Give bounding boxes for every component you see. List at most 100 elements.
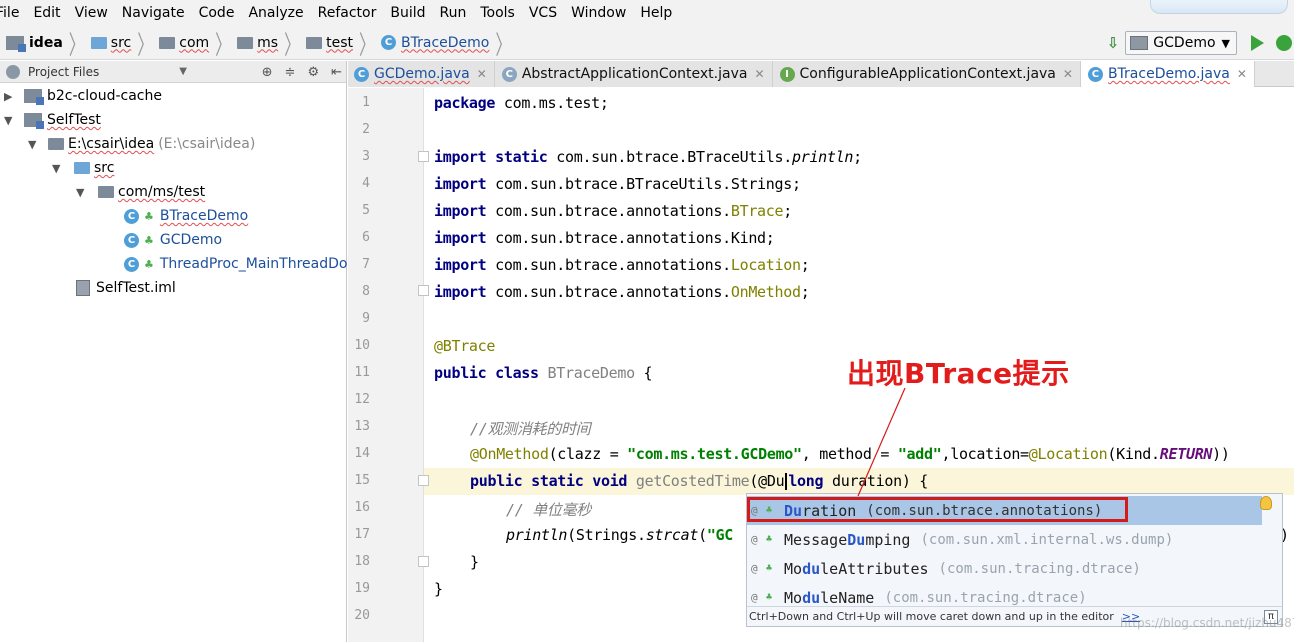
tab-label: GCDemo.java: [374, 66, 470, 82]
chevron-down-icon[interactable]: ▼: [4, 114, 12, 127]
breadcrumb-ms[interactable]: ms: [237, 35, 278, 51]
locate-icon[interactable]: ⊕: [262, 65, 273, 80]
tree-item-b2c-cloud-cache[interactable]: b2c-cloud-cache: [24, 84, 162, 108]
completion-label: leAttributes: [820, 559, 929, 578]
menu-edit[interactable]: Edit: [26, 0, 67, 26]
class-icon: C: [381, 35, 397, 50]
run-configuration-select[interactable]: GCDemo ▼: [1125, 31, 1237, 55]
tree-item-root-folder[interactable]: E:\csair\idea (E:\csair\idea): [48, 132, 255, 156]
tree-item-threadproc[interactable]: C ♣ ThreadProc_MainThreadDone: [124, 252, 365, 276]
menu-code[interactable]: Code: [192, 0, 242, 26]
collapse-icon[interactable]: ≑: [285, 65, 296, 80]
completion-item-moduleattributes[interactable]: @ ♣ Mo du leAttributes (com.sun.tracing.dt…: [747, 554, 1263, 583]
menu-help[interactable]: Help: [633, 0, 679, 26]
code-line-1: package com.ms.test;: [434, 94, 609, 112]
module-file-icon: [76, 280, 90, 296]
tree-item-label: SelfTest.iml: [96, 280, 176, 296]
fold-marker[interactable]: [418, 151, 429, 162]
breadcrumb-src[interactable]: src: [90, 34, 132, 51]
window-decoration: [1150, 0, 1288, 14]
tab-gcdemo[interactable]: C GCDemo.java ✕: [348, 61, 495, 87]
chevron-down-icon[interactable]: ▼: [52, 162, 60, 175]
menu-vcs[interactable]: VCS: [522, 0, 564, 26]
watermark: https://blog.csdn.net/jizhu4873: [1120, 616, 1294, 630]
chevron-right-icon: 〉: [137, 29, 154, 61]
chevron-down-icon[interactable]: ▼: [76, 186, 84, 199]
menu-view[interactable]: View: [68, 0, 115, 26]
panel-title[interactable]: Project Files: [28, 65, 99, 79]
tree-item-label: E:\csair\idea: [68, 136, 155, 152]
line-number: 8: [362, 284, 370, 299]
close-icon[interactable]: ✕: [1063, 67, 1073, 81]
breadcrumb-label: src: [110, 34, 132, 51]
menu-file[interactable]: File: [0, 0, 26, 26]
breadcrumb-com[interactable]: com: [159, 35, 209, 51]
code-line-14: @OnMethod(clazz = "com.ms.test.GCDemo", …: [470, 445, 1230, 463]
tree-item-btracedemo[interactable]: C ♣ BTraceDemo: [124, 204, 248, 228]
line-number: 1: [362, 95, 370, 110]
menu-navigate[interactable]: Navigate: [115, 0, 192, 26]
source-folder-icon: [74, 162, 90, 174]
menu-tools[interactable]: Tools: [473, 0, 522, 26]
tree-item-selftest[interactable]: SelfTest: [24, 108, 101, 132]
tab-abstractapplicationcontext[interactable]: C AbstractApplicationContext.java ✕: [494, 61, 773, 87]
run-icon[interactable]: [1251, 35, 1264, 51]
line-number: 10: [354, 338, 370, 353]
completion-package: (com.sun.xml.internal.ws.dump): [920, 531, 1174, 548]
fold-marker[interactable]: [418, 556, 429, 567]
module-icon: [24, 113, 44, 129]
code-line-16: // 单位毫秒: [506, 501, 591, 519]
abstract-class-icon: C: [501, 66, 517, 82]
tree-item-package[interactable]: com/ms/test: [98, 180, 205, 204]
breadcrumb-label: BTraceDemo: [401, 34, 490, 51]
code-line-18: }: [470, 553, 479, 571]
tree-item-gcdemo[interactable]: C ♣ GCDemo: [124, 228, 222, 252]
close-icon[interactable]: ✕: [1237, 67, 1247, 81]
chevron-down-icon[interactable]: ▼: [179, 66, 187, 77]
menu-window[interactable]: Window: [564, 0, 633, 26]
debug-icon[interactable]: [1276, 35, 1292, 51]
fold-marker[interactable]: [418, 285, 429, 296]
line-number: 17: [354, 527, 370, 542]
tab-configurableapplicationcontext[interactable]: I ConfigurableApplicationContext.java ✕: [772, 61, 1081, 87]
tree-item-label: GCDemo: [159, 232, 223, 248]
tab-btracedemo[interactable]: C BTraceDemo.java ✕: [1080, 61, 1255, 87]
menu-run[interactable]: Run: [433, 0, 474, 26]
menu-analyze[interactable]: Analyze: [241, 0, 310, 26]
tree-item-label: ThreadProc_MainThreadDone: [159, 256, 365, 272]
tree-item-src[interactable]: src: [74, 156, 114, 180]
package-icon: [159, 36, 176, 49]
line-number: 13: [354, 419, 370, 434]
annotation-icon: @: [751, 533, 758, 546]
tab-label: BTraceDemo.java: [1107, 66, 1230, 82]
tree-item-iml[interactable]: SelfTest.iml: [76, 276, 176, 300]
gear-icon[interactable]: ⚙: [307, 65, 319, 80]
breadcrumb-test[interactable]: test: [306, 35, 353, 51]
tab-label: AbstractApplicationContext.java: [521, 66, 748, 82]
completion-label: mping: [865, 530, 911, 549]
line-number: 15: [354, 473, 370, 488]
fold-marker[interactable]: [418, 475, 429, 486]
build-icon[interactable]: ⇩: [1107, 34, 1120, 52]
popup-scrollbar[interactable]: [1262, 494, 1282, 607]
tree-item-label: src: [94, 160, 115, 176]
chevron-right-icon[interactable]: ▶: [4, 90, 12, 103]
editor-gutter: 1 2 3 4 5 6 7 8 9 10 11 12 13 14 15 16 1…: [348, 88, 424, 642]
breadcrumb-btracedemo[interactable]: C BTraceDemo: [381, 35, 489, 51]
close-icon[interactable]: ✕: [754, 67, 764, 81]
menu-build[interactable]: Build: [383, 0, 432, 26]
close-icon[interactable]: ✕: [477, 67, 487, 81]
hide-icon[interactable]: ⇤: [331, 65, 342, 80]
line-number: 5: [362, 203, 370, 218]
lightbulb-icon[interactable]: [1260, 496, 1272, 510]
line-number: 19: [354, 581, 370, 596]
menu-refactor[interactable]: Refactor: [311, 0, 384, 26]
completion-item-messagedumping[interactable]: @ ♣ Message Du mping (com.sun.xml.internal…: [747, 525, 1263, 554]
breadcrumb-idea[interactable]: idea: [6, 34, 63, 52]
chevron-right-icon: 〉: [495, 29, 512, 61]
breadcrumb-label: idea: [29, 34, 63, 51]
leaf-icon: ♣: [766, 534, 773, 545]
class-icon: C: [1087, 66, 1103, 82]
tree-item-hint: (E:\csair\idea): [158, 136, 256, 152]
chevron-down-icon[interactable]: ▼: [28, 138, 36, 151]
